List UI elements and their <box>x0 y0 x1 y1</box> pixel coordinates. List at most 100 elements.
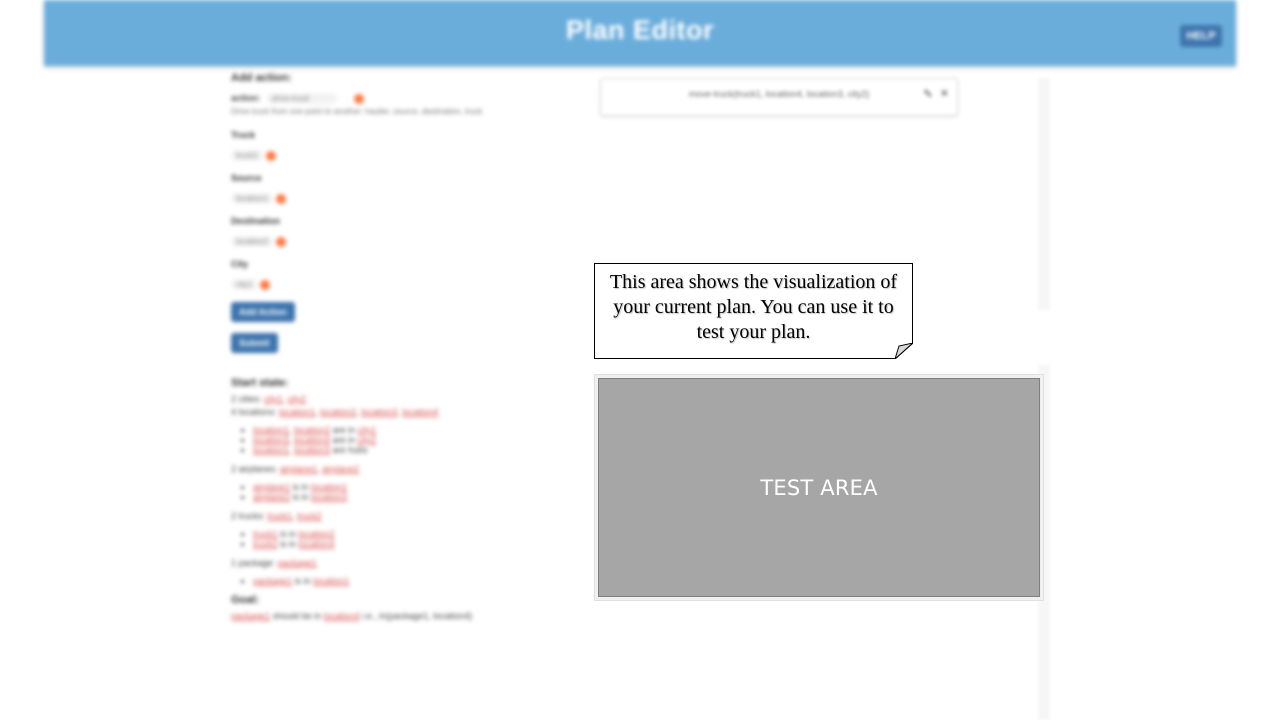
source-label: Source <box>231 173 262 183</box>
remove-icon[interactable] <box>276 193 287 204</box>
package-link[interactable]: package1 <box>278 558 317 568</box>
relation-text: is in <box>292 482 309 492</box>
city-field-row: city1 <box>231 279 571 290</box>
city-link[interactable]: city1 <box>358 425 377 435</box>
source-select[interactable]: location1 <box>231 193 274 204</box>
list-item: airplane2 is in location3 <box>253 492 571 502</box>
trucks-row: 2 trucks: truck1, truck2 <box>231 511 322 521</box>
airplanes-label: 2 airplanes: <box>231 464 278 474</box>
airplane-link[interactable]: airplane2 <box>322 464 359 474</box>
add-action-button[interactable]: Add Action <box>231 302 295 322</box>
location-link[interactable]: location4 <box>299 539 335 549</box>
list-item: truck2 is in location4 <box>253 539 571 549</box>
location-facts: location1, location2 are in city1 locati… <box>253 425 571 455</box>
goal-formula: i.e., in(package1, location4) <box>362 611 473 621</box>
packages-row: 1 package: package1 <box>231 558 571 568</box>
city-link[interactable]: city1 <box>264 394 283 404</box>
page-title: Plan Editor <box>565 15 714 45</box>
trucks-label: 2 trucks: <box>231 511 266 521</box>
city-label: City <box>231 259 249 269</box>
city-link[interactable]: city2 <box>358 435 377 445</box>
test-area[interactable]: TEST AREA <box>598 378 1040 597</box>
action-label: action: <box>231 93 261 103</box>
city-select[interactable]: city1 <box>231 279 258 290</box>
location-link[interactable]: location1 <box>253 445 289 455</box>
location-link[interactable]: location4 <box>324 611 360 621</box>
tutorial-callout: This area shows the visualization of you… <box>594 263 913 359</box>
location-link[interactable]: location1 <box>313 576 349 586</box>
app-header: Plan Editor HELP <box>44 0 1236 66</box>
submit-row: Submit <box>231 333 571 353</box>
cities-label: 2 cities: <box>231 394 262 404</box>
destination-field-row: location2 <box>231 236 571 247</box>
location-link[interactable]: location2 <box>299 529 335 539</box>
add-action-row: Add Action <box>231 302 571 322</box>
locations-row: 4 locations: location1, location2, locat… <box>231 407 439 417</box>
help-button[interactable]: HELP <box>1180 25 1222 47</box>
truck-field-row: truck1 <box>231 150 571 161</box>
truck-select[interactable]: truck1 <box>231 150 263 161</box>
goal-row: package1 should be in location4 i.e., in… <box>231 611 571 621</box>
relation-text: are in <box>332 425 356 435</box>
plan-step-card[interactable]: move-truck(truck1, location4, location3,… <box>600 78 958 116</box>
location-link[interactable]: location4 <box>402 407 438 417</box>
truck-link[interactable]: truck2 <box>297 511 322 521</box>
packages-label: 1 package: <box>231 558 276 568</box>
location-link[interactable]: location1 <box>253 425 289 435</box>
pencil-icon[interactable]: ✎ <box>923 87 933 101</box>
truck-label: Truck <box>231 130 256 140</box>
airplane-link[interactable]: airplane2 <box>253 492 290 502</box>
location-link[interactable]: location2 <box>320 407 356 417</box>
remove-icon[interactable] <box>260 279 271 290</box>
test-area-label: TEST AREA <box>760 476 878 500</box>
list-item: location1, location2 are in city1 <box>253 425 571 435</box>
package-link[interactable]: package1 <box>231 611 270 621</box>
plan-step-text: move-truck(truck1, location4, location3,… <box>688 89 870 99</box>
truck-facts: truck1 is in location2 truck2 is in loca… <box>253 529 571 549</box>
callout-text: This area shows the visualization of you… <box>609 271 898 343</box>
list-item: location3, location4 are in city2 <box>253 435 571 445</box>
package-link[interactable]: package1 <box>253 576 292 586</box>
truck-link[interactable]: truck2 <box>253 539 278 549</box>
remove-icon[interactable] <box>276 236 287 247</box>
close-icon[interactable]: ✕ <box>940 87 949 100</box>
page-fold-icon <box>895 343 913 359</box>
relation-text: should be in <box>272 611 322 621</box>
airplane-link[interactable]: airplane1 <box>280 464 317 474</box>
remove-icon[interactable] <box>265 150 276 161</box>
truck-link[interactable]: truck1 <box>268 511 293 521</box>
list-item: airplane1 is in location1 <box>253 482 571 492</box>
left-panel: Add action: action: drive-truck Drive tr… <box>231 70 571 720</box>
list-item: package1 is in location1 <box>253 576 571 586</box>
location-link[interactable]: location1 <box>279 407 315 417</box>
scrollbar-track[interactable] <box>1038 78 1050 310</box>
destination-label: Destination <box>231 216 281 226</box>
location-link[interactable]: location3 <box>311 492 347 502</box>
truck-link[interactable]: truck1 <box>253 529 278 539</box>
location-link[interactable]: location3 <box>294 445 330 455</box>
relation-text: are hubs <box>332 445 368 455</box>
city-link[interactable]: city2 <box>288 394 307 404</box>
location-link[interactable]: location1 <box>311 482 347 492</box>
action-select[interactable]: drive-truck <box>267 93 338 104</box>
destination-select[interactable]: location2 <box>231 236 274 247</box>
add-action-heading: Add action: <box>231 72 292 84</box>
location-link[interactable]: location3 <box>361 407 397 417</box>
relation-text: is in <box>280 529 297 539</box>
relation-text: is in <box>294 576 311 586</box>
remove-icon[interactable] <box>353 93 364 104</box>
submit-button[interactable]: Submit <box>231 333 278 353</box>
location-link[interactable]: location3 <box>253 435 289 445</box>
start-state-heading: Start state: <box>231 377 289 389</box>
list-item: truck1 is in location2 <box>253 529 571 539</box>
list-item: location1, location3 are hubs <box>253 445 571 455</box>
cities-row: 2 cities: city1, city2 <box>231 394 307 404</box>
locations-label: 4 locations: <box>231 407 277 417</box>
location-link[interactable]: location2 <box>294 425 330 435</box>
package-facts: package1 is in location1 <box>253 576 571 586</box>
relation-text: is in <box>280 539 297 549</box>
airplane-link[interactable]: airplane1 <box>253 482 290 492</box>
plan-editor-app: Plan Editor HELP Add action: action: dri… <box>0 0 1280 720</box>
relation-text: are in <box>332 435 356 445</box>
location-link[interactable]: location4 <box>294 435 330 445</box>
